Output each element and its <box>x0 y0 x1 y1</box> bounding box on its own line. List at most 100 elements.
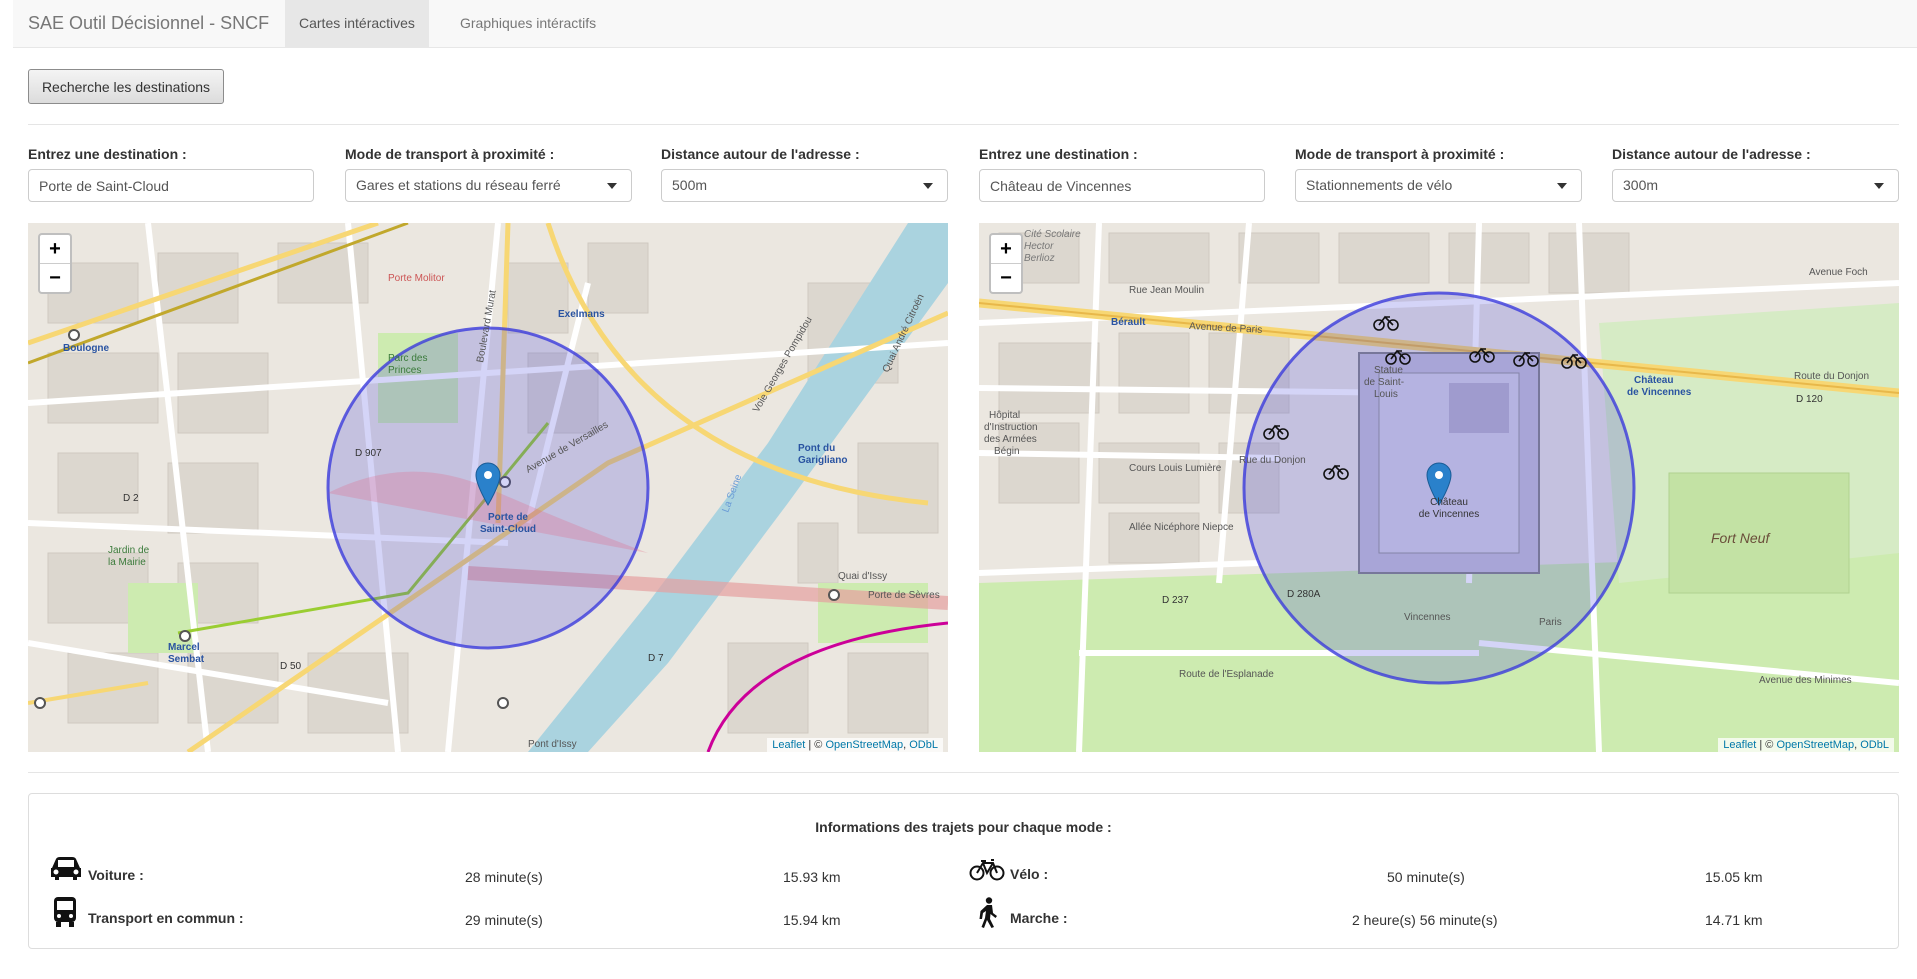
tab-graphiques-interactifs[interactable]: Graphiques intéractifs <box>446 0 610 47</box>
left-destination-input[interactable] <box>39 170 303 201</box>
distance-transport: 15.94 km <box>783 912 841 928</box>
svg-text:D 2: D 2 <box>123 493 139 504</box>
svg-text:Château: Château <box>1430 497 1468 508</box>
right-map-attribution: Leaflet | © OpenStreetMap, ODbL <box>1718 738 1894 752</box>
distance-velo: 15.05 km <box>1705 869 1763 885</box>
odbl-link[interactable]: ODbL <box>1860 739 1889 751</box>
mode-label-marche: Marche : <box>1010 910 1068 926</box>
mode-label-voiture: Voiture : <box>88 867 144 883</box>
svg-text:la Mairie: la Mairie <box>108 557 146 568</box>
right-map-tiles[interactable]: Château de Vincennes Avenue de Paris Bér… <box>979 223 1899 752</box>
left-zoom-control: + − <box>38 233 72 294</box>
right-distance-value: 300m <box>1623 177 1659 193</box>
bicycle-icon <box>969 859 1005 881</box>
svg-text:Porte de Sèvres: Porte de Sèvres <box>868 590 940 601</box>
search-destinations-button[interactable]: Recherche les destinations <box>28 69 224 104</box>
left-map-tiles[interactable]: Boulogne Porte de Saint-Cloud Marcel Sem… <box>28 223 948 752</box>
svg-text:Hôpital: Hôpital <box>989 410 1020 421</box>
chevron-down-icon <box>923 183 933 189</box>
bus-icon <box>54 897 76 927</box>
svg-text:Bérault: Bérault <box>1111 317 1146 328</box>
svg-text:de Vincennes: de Vincennes <box>1627 387 1692 398</box>
svg-text:Statue: Statue <box>1374 365 1403 376</box>
svg-text:Cité Scolaire: Cité Scolaire <box>1024 229 1081 240</box>
left-map-attribution: Leaflet | © OpenStreetMap, ODbL <box>767 738 943 752</box>
svg-text:Porte de: Porte de <box>488 512 528 523</box>
divider <box>28 124 1899 125</box>
svg-text:Vincennes: Vincennes <box>1404 612 1451 623</box>
svg-text:D 907: D 907 <box>355 448 382 459</box>
svg-text:Parc des: Parc des <box>388 353 427 364</box>
svg-text:Exelmans: Exelmans <box>558 309 605 320</box>
time-velo: 50 minute(s) <box>1387 869 1465 885</box>
walking-icon <box>979 897 997 928</box>
svg-text:Quai d'Issy: Quai d'Issy <box>838 571 887 582</box>
svg-text:Avenue des Minimes: Avenue des Minimes <box>1759 675 1852 686</box>
svg-text:Pont d'Issy: Pont d'Issy <box>528 739 577 750</box>
right-map[interactable]: Château de Vincennes Avenue de Paris Bér… <box>979 223 1899 752</box>
svg-text:D 237: D 237 <box>1162 595 1189 606</box>
svg-text:Louis: Louis <box>1374 389 1398 400</box>
odbl-link[interactable]: ODbL <box>909 739 938 751</box>
osm-link[interactable]: OpenStreetMap <box>1776 739 1854 751</box>
app-brand[interactable]: SAE Outil Décisionnel - SNCF <box>28 0 269 46</box>
leaflet-link[interactable]: Leaflet <box>1723 739 1756 751</box>
svg-text:D 50: D 50 <box>280 661 302 672</box>
right-distance-label: Distance autour de l'adresse : <box>1612 146 1811 162</box>
svg-text:Avenue Foch: Avenue Foch <box>1809 267 1868 278</box>
left-distance-select[interactable]: 500m <box>661 169 948 202</box>
time-voiture: 28 minute(s) <box>465 869 543 885</box>
mode-label-transport: Transport en commun : <box>88 910 244 926</box>
svg-text:Bégin: Bégin <box>994 446 1020 457</box>
zoom-in-button[interactable]: + <box>991 235 1021 263</box>
svg-text:D 120: D 120 <box>1796 394 1823 405</box>
trip-info-title: Informations des trajets pour chaque mod… <box>815 819 1112 835</box>
left-destination-input-wrap <box>28 169 314 202</box>
time-marche: 2 heure(s) 56 minute(s) <box>1352 912 1498 928</box>
svg-text:Château: Château <box>1634 375 1673 386</box>
right-destination-input-wrap <box>979 169 1265 202</box>
svg-text:Marcel: Marcel <box>168 642 200 653</box>
navbar: SAE Outil Décisionnel - SNCF Cartes inté… <box>13 0 1917 48</box>
right-mode-value: Stationnements de vélo <box>1306 177 1453 193</box>
left-mode-label: Mode de transport à proximité : <box>345 146 555 162</box>
svg-text:Fort Neuf: Fort Neuf <box>1711 530 1771 546</box>
svg-text:D 280A: D 280A <box>1287 589 1321 600</box>
zoom-out-button[interactable]: − <box>40 263 70 292</box>
tab-cartes-interactives[interactable]: Cartes intéractives <box>285 0 429 47</box>
svg-text:Boulogne: Boulogne <box>63 343 110 354</box>
zoom-out-button[interactable]: − <box>991 263 1021 292</box>
svg-text:Garigliano: Garigliano <box>798 455 847 466</box>
svg-text:Pont du: Pont du <box>798 443 835 454</box>
svg-text:Porte Molitor: Porte Molitor <box>388 273 445 284</box>
chevron-down-icon <box>1557 183 1567 189</box>
svg-text:Route de l'Esplanade: Route de l'Esplanade <box>1179 669 1274 680</box>
left-mode-select[interactable]: Gares et stations du réseau ferré <box>345 169 632 202</box>
svg-text:Rue Jean Moulin: Rue Jean Moulin <box>1129 285 1204 296</box>
zoom-in-button[interactable]: + <box>40 235 70 263</box>
svg-text:Jardin de: Jardin de <box>108 545 150 556</box>
leaflet-link[interactable]: Leaflet <box>772 739 805 751</box>
distance-voiture: 15.93 km <box>783 869 841 885</box>
car-icon <box>51 857 81 880</box>
svg-text:Saint-Cloud: Saint-Cloud <box>480 524 536 535</box>
svg-text:D 7: D 7 <box>648 653 664 664</box>
mode-label-velo: Vélo : <box>1010 866 1049 882</box>
right-destination-label: Entrez une destination : <box>979 146 1138 162</box>
left-destination-label: Entrez une destination : <box>28 146 187 162</box>
svg-text:Allée Nicéphore Niepce: Allée Nicéphore Niepce <box>1129 522 1234 533</box>
svg-text:Princes: Princes <box>388 365 421 376</box>
svg-text:Hector: Hector <box>1024 241 1054 252</box>
svg-text:Cours Louis Lumière: Cours Louis Lumière <box>1129 463 1222 474</box>
left-distance-label: Distance autour de l'adresse : <box>661 146 860 162</box>
svg-text:de Saint-: de Saint- <box>1364 377 1404 388</box>
left-mode-value: Gares et stations du réseau ferré <box>356 177 561 193</box>
right-distance-select[interactable]: 300m <box>1612 169 1899 202</box>
right-mode-select[interactable]: Stationnements de vélo <box>1295 169 1582 202</box>
osm-link[interactable]: OpenStreetMap <box>825 739 903 751</box>
svg-text:Sembat: Sembat <box>168 654 205 665</box>
svg-text:Berlioz: Berlioz <box>1024 253 1055 264</box>
left-map[interactable]: Boulogne Porte de Saint-Cloud Marcel Sem… <box>28 223 948 752</box>
right-destination-input[interactable] <box>990 170 1254 201</box>
svg-text:des Armées: des Armées <box>984 434 1037 445</box>
